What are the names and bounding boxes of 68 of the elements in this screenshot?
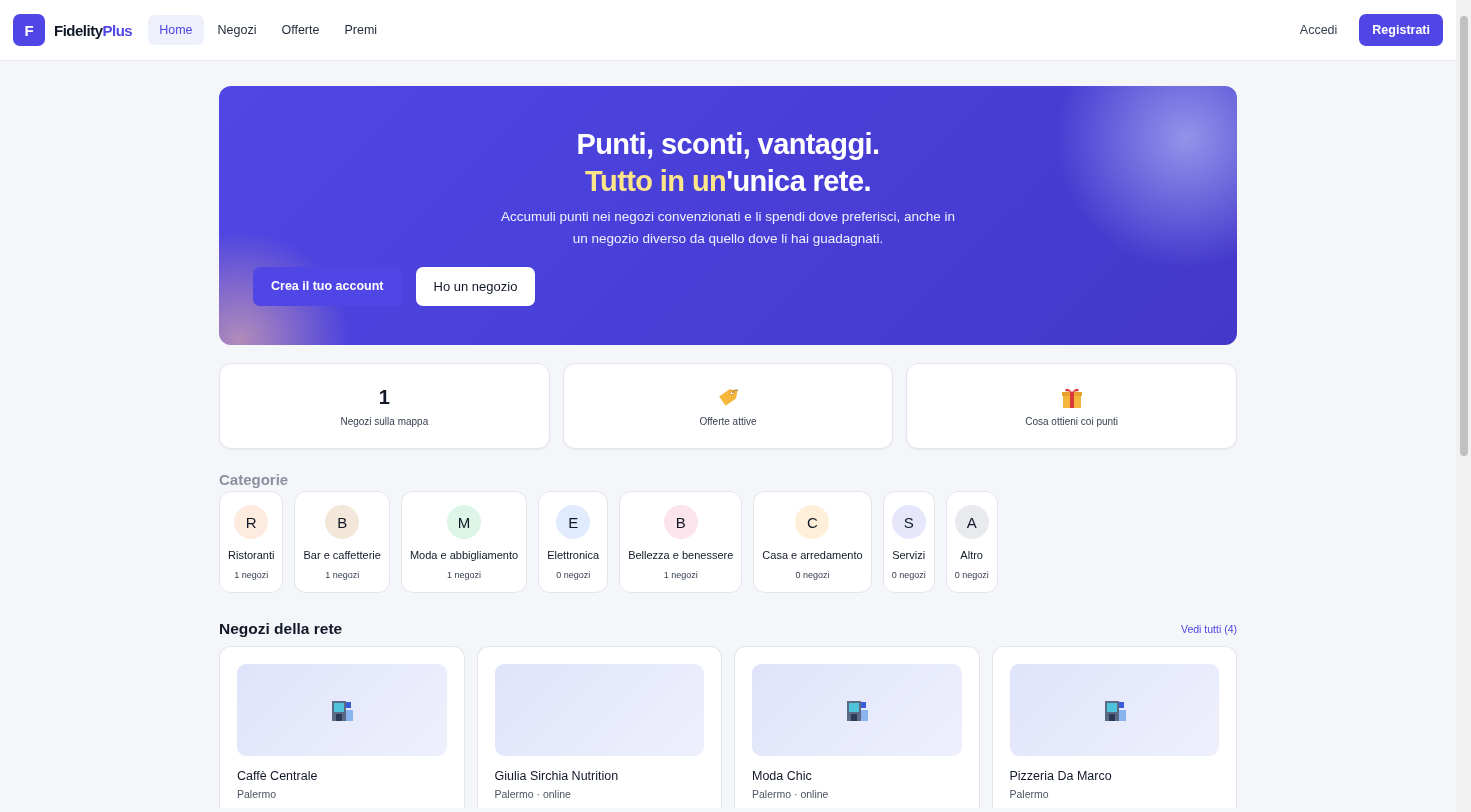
nav-tab[interactable]: Offerte <box>270 15 331 45</box>
shop-owner-button[interactable]: Ho un negozio <box>415 267 536 306</box>
store-card[interactable]: Moda Chic Palermo · online <box>734 646 980 808</box>
category-avatar: S <box>891 505 926 539</box>
store-location: Palermo · online <box>752 788 830 800</box>
hero-headline: Punti, sconti, vantaggi. <box>575 127 881 162</box>
category-avatar: M <box>447 505 482 539</box>
category-count: 0 negozi <box>556 570 591 580</box>
scrollbar[interactable] <box>1456 0 1471 812</box>
category-avatar: C <box>795 505 830 539</box>
category-name: Servizi <box>892 549 926 561</box>
category-card[interactable]: B Bar e caffetterie 1 negozi <box>294 491 390 593</box>
category-name: Ristoranti <box>228 549 275 561</box>
category-count: 0 negozi <box>795 570 830 580</box>
stat-card[interactable]: Cosa ottieni coi punti <box>906 363 1237 449</box>
category-name: Altro <box>960 549 983 561</box>
stat-label: Cosa ottieni coi punti <box>1025 415 1119 427</box>
category-name: Bar e caffetterie <box>303 549 381 561</box>
category-count: 0 negozi <box>954 570 989 580</box>
category-card[interactable]: B Bellezza e benessere 1 negozi <box>619 491 743 593</box>
create-account-button[interactable]: Crea il tuo account <box>253 267 402 306</box>
nav-tab[interactable]: Premi <box>333 15 389 45</box>
category-avatar: R <box>234 505 269 539</box>
category-card[interactable]: E Elettronica 0 negozi <box>538 491 609 593</box>
category-count: 0 negozi <box>891 570 926 580</box>
see-all-link[interactable]: Vedi tutti (4) <box>1180 623 1237 635</box>
stat-label: Offerte attive <box>699 415 757 427</box>
stat-value: 1 <box>378 385 390 409</box>
store-name: Giulia Sirchia Nutrition <box>494 769 620 783</box>
store-name: Moda Chic <box>752 769 813 783</box>
logo-icon[interactable]: F <box>13 14 45 46</box>
store-name: Pizzeria Da Marco <box>1009 769 1113 783</box>
category-card[interactable]: R Ristoranti 1 negozi <box>219 491 284 593</box>
category-name: Bellezza e benessere <box>628 549 734 561</box>
category-count: 1 negozi <box>234 570 269 580</box>
login-link[interactable]: Accedi <box>1299 23 1338 37</box>
category-avatar: A <box>954 505 989 539</box>
hero-description: Accumuli punti nei negozi convenzionati e li spendi dove preferisci, anche in un negozio diverso da quello dove li hai guadagnati. <box>500 208 956 248</box>
category-count: 1 negozi <box>447 570 482 580</box>
category-name: Moda e abbigliamento <box>409 549 519 561</box>
store-name: Caffè Centrale <box>237 769 319 783</box>
category-card[interactable]: M Moda e abbigliamento 1 negozi <box>400 491 528 593</box>
hero-headline: Tutto in un'unica rete. <box>584 164 872 199</box>
category-count: 1 negozi <box>325 570 360 580</box>
category-avatar: E <box>556 505 591 539</box>
category-name: Casa e arredamento <box>762 549 863 561</box>
store-card[interactable]: Pizzeria Da Marco Palermo <box>991 646 1237 808</box>
register-button[interactable]: Registrati <box>1359 14 1443 46</box>
category-avatar: B <box>325 505 360 539</box>
brand-name[interactable]: FidelityPlus <box>54 21 133 39</box>
stat-label: Negozi sulla mappa <box>340 416 429 427</box>
store-card[interactable]: Caffè Centrale Palermo <box>219 646 465 808</box>
store-location: Palermo <box>1009 788 1050 800</box>
category-card[interactable]: S Servizi 0 negozi <box>882 491 935 593</box>
category-name: Elettronica <box>547 549 600 561</box>
store-location: Palermo <box>237 788 278 800</box>
stat-card[interactable]: Offerte attive <box>562 363 894 449</box>
stat-card[interactable]: 1 Negozi sulla mappa <box>219 363 550 449</box>
category-card[interactable]: C Casa e arredamento 0 negozi <box>753 491 872 593</box>
category-card[interactable]: A Altro 0 negozi <box>945 491 998 593</box>
category-avatar: B <box>663 505 698 539</box>
nav-tab[interactable]: Home <box>148 15 204 45</box>
category-count: 1 negozi <box>663 570 698 580</box>
section-title: Categorie <box>219 471 290 489</box>
section-title: Negozi della rete <box>219 620 343 638</box>
store-location: Palermo · online <box>494 788 572 800</box>
store-card[interactable]: Giulia Sirchia Nutrition Palermo · online <box>476 646 722 808</box>
nav-tab[interactable]: Negozi <box>206 15 268 45</box>
